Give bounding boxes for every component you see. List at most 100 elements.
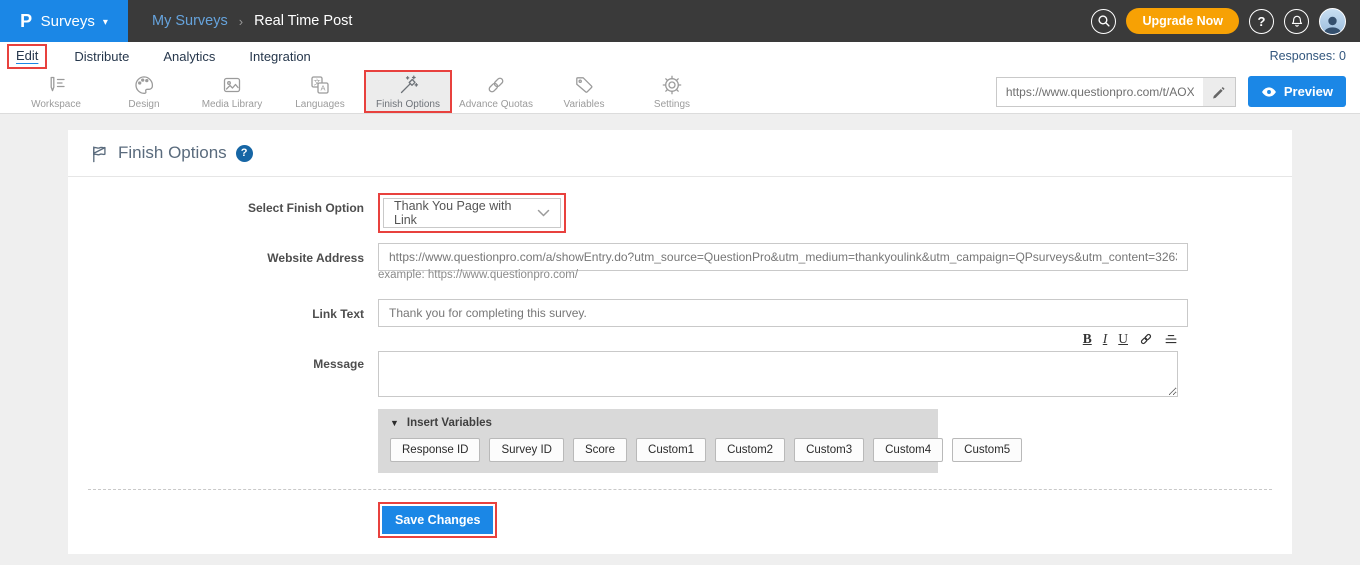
- toolbar-item-label: Advance Quotas: [459, 99, 533, 110]
- website-address-label: Website Address: [68, 243, 378, 295]
- message-label: Message: [68, 327, 378, 473]
- tab-edit[interactable]: Edit: [16, 48, 38, 63]
- finish-option-selected-value: Thank You Page with Link: [394, 199, 537, 227]
- save-row: Save Changes: [68, 490, 1292, 540]
- variable-button-custom2[interactable]: Custom2: [715, 438, 785, 462]
- edit-toolbar: Workspace Design Media Library 文A Langua…: [0, 70, 1360, 114]
- finish-options-panel: Finish Options ? Select Finish Option Th…: [68, 130, 1292, 554]
- link-text-label: Link Text: [68, 299, 378, 327]
- survey-tab-bar: Edit Distribute Analytics Integration Re…: [0, 42, 1360, 70]
- align-lines-icon: [1164, 333, 1178, 346]
- insert-variables-toggle[interactable]: ▼ Insert Variables: [378, 409, 938, 435]
- chevron-down-icon: ▾: [103, 17, 108, 28]
- svg-text:A: A: [320, 83, 325, 92]
- message-row: Message B I U: [68, 327, 1292, 473]
- toolbar-item-design[interactable]: Design: [100, 70, 188, 113]
- survey-url-box: [996, 77, 1236, 107]
- variable-buttons-row: Response ID Survey ID Score Custom1 Cust…: [378, 435, 938, 473]
- user-avatar[interactable]: [1319, 8, 1346, 35]
- link-text-row: Link Text: [68, 299, 1292, 327]
- question-mark-icon: ?: [1258, 14, 1266, 29]
- breadcrumb-current-survey: Real Time Post: [254, 13, 352, 29]
- panel-header: Finish Options ?: [68, 130, 1292, 177]
- website-address-row: Website Address example: https://www.que…: [68, 243, 1292, 295]
- search-button[interactable]: [1091, 9, 1116, 34]
- tab-analytics[interactable]: Analytics: [163, 49, 215, 64]
- survey-url-input[interactable]: [997, 85, 1203, 99]
- italic-button[interactable]: I: [1103, 331, 1108, 347]
- toolbar-item-label: Settings: [654, 99, 690, 110]
- toolbar-item-label: Finish Options: [376, 99, 440, 110]
- search-icon: [1097, 14, 1111, 28]
- surveys-app-menu[interactable]: P Surveys ▾: [0, 0, 128, 42]
- finish-option-annotation: Thank You Page with Link: [378, 193, 566, 233]
- top-navigation-bar: P Surveys ▾ My Surveys › Real Time Post …: [0, 0, 1360, 42]
- edit-tab-annotation: Edit: [7, 44, 47, 69]
- chevron-down-icon: [537, 209, 550, 217]
- finish-options-help-icon[interactable]: ?: [236, 145, 253, 162]
- website-address-input[interactable]: [378, 243, 1188, 271]
- finish-option-label: Select Finish Option: [68, 193, 378, 233]
- variable-button-custom3[interactable]: Custom3: [794, 438, 864, 462]
- toolbar-item-label: Workspace: [31, 99, 81, 110]
- tab-integration[interactable]: Integration: [249, 49, 310, 64]
- toolbar-item-languages[interactable]: 文A Languages: [276, 70, 364, 113]
- toolbar-item-settings[interactable]: Settings: [628, 70, 716, 113]
- magic-wand-icon: [397, 74, 419, 96]
- gear-icon: [661, 74, 683, 96]
- toolbar-item-variables[interactable]: Variables: [540, 70, 628, 113]
- toolbar-item-label: Variables: [564, 99, 605, 110]
- finish-option-select[interactable]: Thank You Page with Link: [383, 198, 561, 228]
- link-text-input[interactable]: [378, 299, 1188, 327]
- workspace-icon: [45, 74, 67, 96]
- edit-url-button[interactable]: [1203, 78, 1235, 106]
- link-icon: [1139, 332, 1153, 346]
- caret-down-icon: ▼: [390, 418, 399, 428]
- finish-options-form: Select Finish Option Thank You Page with…: [68, 177, 1292, 540]
- variable-button-response-id[interactable]: Response ID: [390, 438, 480, 462]
- toolbar-item-advance-quotas[interactable]: Advance Quotas: [452, 70, 540, 113]
- questionpro-logo: P: [20, 11, 33, 32]
- palette-icon: [133, 74, 155, 96]
- variable-button-custom4[interactable]: Custom4: [873, 438, 943, 462]
- message-textarea[interactable]: [378, 351, 1178, 397]
- insert-variables-label: Insert Variables: [407, 417, 492, 429]
- page-title: Finish Options: [118, 143, 227, 163]
- topbar-actions: Upgrade Now ?: [1091, 8, 1360, 35]
- toolbar-right-actions: Preview: [996, 70, 1360, 113]
- preview-button[interactable]: Preview: [1248, 76, 1346, 107]
- insert-link-button[interactable]: [1139, 332, 1153, 346]
- tab-distribute[interactable]: Distribute: [74, 49, 129, 64]
- bold-button[interactable]: B: [1083, 331, 1092, 347]
- surveys-menu-label: Surveys: [41, 13, 95, 30]
- notifications-button[interactable]: [1284, 9, 1309, 34]
- save-changes-button[interactable]: Save Changes: [382, 506, 493, 534]
- variable-button-custom1[interactable]: Custom1: [636, 438, 706, 462]
- variable-button-score[interactable]: Score: [573, 438, 627, 462]
- breadcrumb: My Surveys › Real Time Post: [152, 13, 352, 29]
- toolbar-item-finish-options[interactable]: Finish Options: [364, 70, 452, 113]
- bell-icon: [1290, 14, 1304, 28]
- pencil-icon: [1212, 85, 1226, 99]
- breadcrumb-separator-icon: ›: [239, 14, 243, 29]
- variable-button-survey-id[interactable]: Survey ID: [489, 438, 564, 462]
- flag-icon: [90, 144, 109, 163]
- save-annotation: Save Changes: [378, 502, 497, 538]
- image-icon: [221, 74, 243, 96]
- tag-icon: [573, 74, 595, 96]
- toolbar-item-label: Media Library: [202, 99, 263, 110]
- breadcrumb-my-surveys[interactable]: My Surveys: [152, 13, 228, 29]
- chain-link-icon: [485, 74, 507, 96]
- toolbar-item-media-library[interactable]: Media Library: [188, 70, 276, 113]
- text-align-button[interactable]: [1164, 333, 1178, 346]
- toolbar-item-workspace[interactable]: Workspace: [12, 70, 100, 113]
- underline-button[interactable]: U: [1118, 331, 1128, 347]
- responses-count: Responses: 0: [1270, 49, 1346, 63]
- toolbar-item-label: Design: [128, 99, 159, 110]
- variable-button-custom5[interactable]: Custom5: [952, 438, 1022, 462]
- upgrade-now-button[interactable]: Upgrade Now: [1126, 8, 1239, 34]
- preview-button-label: Preview: [1284, 84, 1333, 99]
- richtext-toolbar: B I U: [378, 331, 1178, 347]
- eye-icon: [1261, 86, 1277, 98]
- help-button[interactable]: ?: [1249, 9, 1274, 34]
